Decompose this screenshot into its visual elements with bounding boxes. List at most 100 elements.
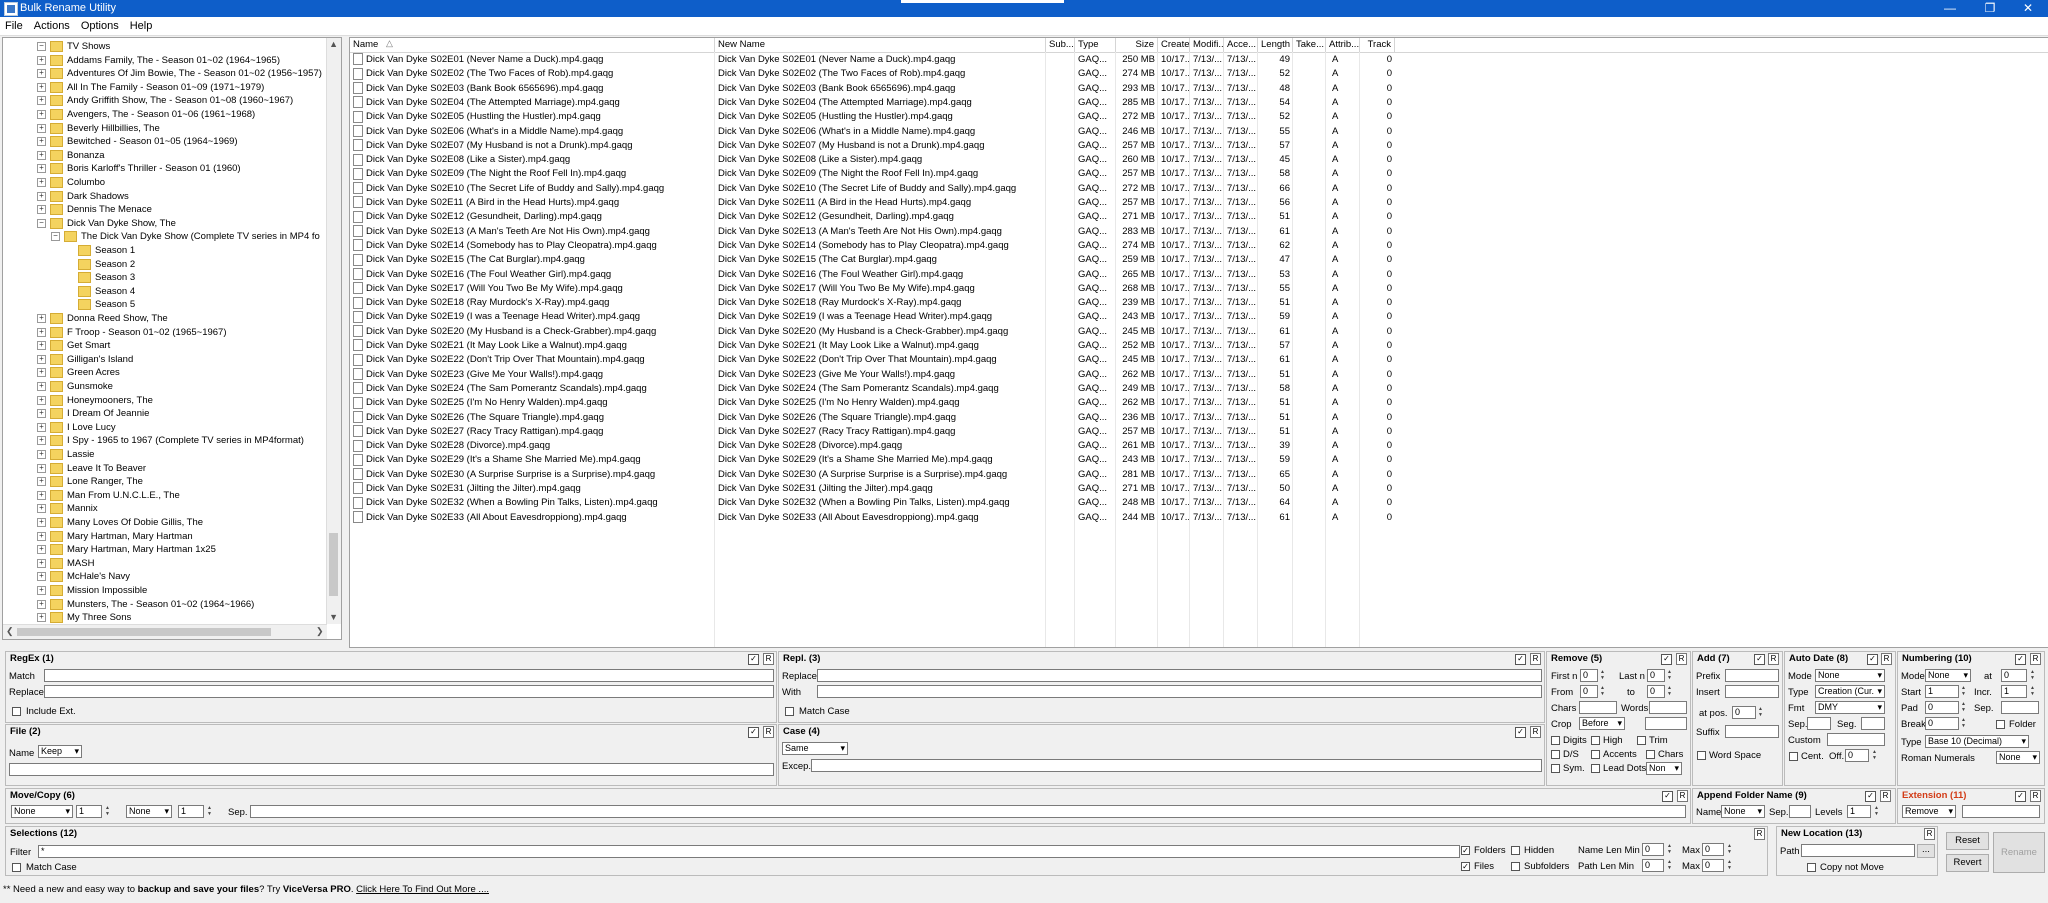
- chars-checkbox[interactable]: [1646, 750, 1655, 759]
- close-button[interactable]: ✕: [2008, 0, 2048, 17]
- tree-item[interactable]: + Adventures Of Jim Bowie, The - Season 0…: [37, 67, 322, 81]
- tree-item[interactable]: + F Troop - Season 01~02 (1965~1967): [37, 326, 227, 340]
- collapse-icon[interactable]: −: [51, 232, 60, 242]
- file-reset-button[interactable]: R: [763, 726, 774, 738]
- expand-icon[interactable]: +: [37, 191, 46, 201]
- expand-icon[interactable]: +: [37, 463, 46, 473]
- expand-icon[interactable]: +: [37, 531, 46, 541]
- tree-item[interactable]: + Mary Hartman, Mary Hartman 1x25: [37, 543, 216, 557]
- file-row[interactable]: Dick Van Dyke S02E29 (It's a Shame She M…: [350, 453, 2048, 467]
- move-copy-target-dropdown[interactable]: None: [126, 805, 172, 818]
- tree-item[interactable]: + Donna Reed Show, The: [37, 312, 168, 326]
- tree-item[interactable]: Season 1: [65, 244, 135, 258]
- expand-icon[interactable]: +: [37, 150, 46, 160]
- scroll-right-icon[interactable]: ❯: [316, 626, 324, 637]
- append-folder-levels-spinner[interactable]: ▲ ▼: [1873, 805, 1880, 817]
- file-row[interactable]: Dick Van Dyke S02E30 (A Surprise Surpris…: [350, 468, 2048, 482]
- add-reset-button[interactable]: R: [1768, 653, 1779, 665]
- tree-item[interactable]: + Mary Hartman, Mary Hartman: [37, 530, 193, 544]
- tree-item[interactable]: + Bewitched - Season 01~05 (1964~1969): [37, 135, 238, 149]
- regex-reset-button[interactable]: R: [763, 653, 774, 665]
- revert-button[interactable]: Revert: [1946, 854, 1989, 872]
- scroll-up-icon[interactable]: ▲: [329, 39, 338, 49]
- tree-item[interactable]: + MASH: [37, 557, 94, 571]
- tree-item[interactable]: + Green Acres: [37, 366, 120, 380]
- tree-item[interactable]: + I Dream Of Jeannie: [37, 407, 149, 421]
- lead-dots-checkbox[interactable]: [1591, 764, 1600, 773]
- file-row[interactable]: Dick Van Dyke S02E10 (The Secret Life of…: [350, 182, 2048, 196]
- numbering-at-input[interactable]: 0: [2001, 669, 2027, 682]
- name-len-max-spinner[interactable]: ▲ ▼: [1726, 843, 1733, 855]
- expand-icon[interactable]: +: [37, 599, 46, 609]
- suffix-input[interactable]: [1725, 725, 1779, 738]
- remove-reset-button[interactable]: R: [1676, 653, 1687, 665]
- at-pos-input[interactable]: 0: [1732, 706, 1756, 719]
- expand-icon[interactable]: +: [37, 205, 46, 215]
- expand-icon[interactable]: +: [37, 558, 46, 568]
- expand-icon[interactable]: +: [37, 449, 46, 459]
- numbering-at-spinner[interactable]: ▲ ▼: [2029, 669, 2036, 681]
- expand-icon[interactable]: +: [37, 436, 46, 446]
- tree-item[interactable]: + McHale's Navy: [37, 570, 130, 584]
- numbering-break-spinner[interactable]: ▲ ▼: [1960, 717, 1967, 729]
- menu-actions[interactable]: Actions: [29, 17, 76, 32]
- file-row[interactable]: Dick Van Dyke S02E06 (What's in a Middle…: [350, 124, 2048, 139]
- tree-item[interactable]: + Man From U.N.C.L.E., The: [37, 489, 180, 503]
- insert-input[interactable]: [1725, 685, 1779, 698]
- auto-date-fmt-dropdown[interactable]: DMY: [1815, 701, 1885, 714]
- append-folder-levels-input[interactable]: 1: [1847, 805, 1871, 818]
- tree-item[interactable]: + Mannix: [37, 502, 98, 516]
- expand-icon[interactable]: +: [37, 477, 46, 487]
- high-checkbox[interactable]: [1591, 736, 1600, 745]
- from-input[interactable]: 0: [1580, 685, 1598, 698]
- file-row[interactable]: Dick Van Dyke S02E03 (Bank Book 6565696)…: [350, 82, 2048, 96]
- path-len-min-spinner[interactable]: ▲ ▼: [1666, 859, 1673, 871]
- name-len-min-spinner[interactable]: ▲ ▼: [1666, 843, 1673, 855]
- cent-checkbox[interactable]: [1789, 752, 1798, 761]
- file-enable-checkbox[interactable]: ✓: [748, 727, 759, 738]
- numbering-enable-checkbox[interactable]: ✓: [2015, 654, 2026, 665]
- expand-icon[interactable]: +: [37, 409, 46, 419]
- non-dropdown[interactable]: Non: [1646, 762, 1682, 775]
- column-header-7[interactable]: Acce...: [1224, 38, 1258, 52]
- menu-file[interactable]: File: [0, 17, 29, 32]
- words-input[interactable]: [1649, 701, 1687, 714]
- tree-horizontal-scrollbar[interactable]: [3, 624, 327, 639]
- roman-numerals-dropdown[interactable]: None: [1996, 751, 2040, 764]
- auto-date-mode-dropdown[interactable]: None: [1815, 669, 1885, 682]
- move-copy-count-spinner[interactable]: ▲ ▼: [104, 805, 111, 817]
- tree-item[interactable]: Season 2: [65, 258, 135, 272]
- from-spinner[interactable]: ▲ ▼: [1599, 685, 1606, 697]
- footer-link[interactable]: Click Here To Find Out More ....: [356, 884, 489, 895]
- numbering-start-input[interactable]: 1: [1925, 685, 1959, 698]
- column-header-10[interactable]: Attrib...: [1326, 38, 1360, 52]
- expand-icon[interactable]: +: [37, 381, 46, 391]
- remove-enable-checkbox[interactable]: ✓: [1661, 654, 1672, 665]
- first-n-spinner[interactable]: ▲ ▼: [1599, 669, 1606, 681]
- auto-date-custom-input[interactable]: [1827, 733, 1885, 746]
- expand-icon[interactable]: +: [37, 545, 46, 555]
- expand-icon[interactable]: +: [37, 613, 46, 623]
- tree-item[interactable]: + Dennis The Menace: [37, 203, 152, 217]
- append-folder-name-dropdown[interactable]: None: [1721, 805, 1765, 818]
- repl-with-input[interactable]: [817, 685, 1542, 698]
- tree-item[interactable]: + Avengers, The - Season 01~06 (1961~1968…: [37, 108, 255, 122]
- expand-icon[interactable]: +: [37, 327, 46, 337]
- column-header-3[interactable]: Type: [1075, 38, 1116, 52]
- file-row[interactable]: Dick Van Dyke S02E24 (The Sam Pomerantz …: [350, 382, 2048, 396]
- file-row[interactable]: Dick Van Dyke S02E02 (The Two Faces of R…: [350, 67, 2048, 81]
- file-row[interactable]: Dick Van Dyke S02E05 (Hustling the Hustl…: [350, 110, 2048, 124]
- off-spinner[interactable]: ▲ ▼: [1871, 749, 1878, 761]
- expand-icon[interactable]: +: [37, 341, 46, 351]
- file-row[interactable]: Dick Van Dyke S02E27 (Racy Tracy Rattiga…: [350, 425, 2048, 439]
- to-spinner[interactable]: ▲ ▼: [1666, 685, 1673, 697]
- column-header-5[interactable]: Created: [1158, 38, 1190, 52]
- extension-dropdown[interactable]: Remove: [1902, 805, 1956, 818]
- tree-item[interactable]: + Mission Impossible: [37, 584, 147, 598]
- tree-item[interactable]: + I Love Lucy: [37, 421, 116, 435]
- tree-item[interactable]: + Bonanza: [37, 149, 105, 163]
- file-row[interactable]: Dick Van Dyke S02E16 (The Foul Weather G…: [350, 267, 2048, 282]
- file-row[interactable]: Dick Van Dyke S02E25 (I'm No Henry Walde…: [350, 396, 2048, 410]
- new-location-path-input[interactable]: [1801, 844, 1915, 857]
- file-row[interactable]: Dick Van Dyke S02E14 (Somebody has to Pl…: [350, 239, 2048, 253]
